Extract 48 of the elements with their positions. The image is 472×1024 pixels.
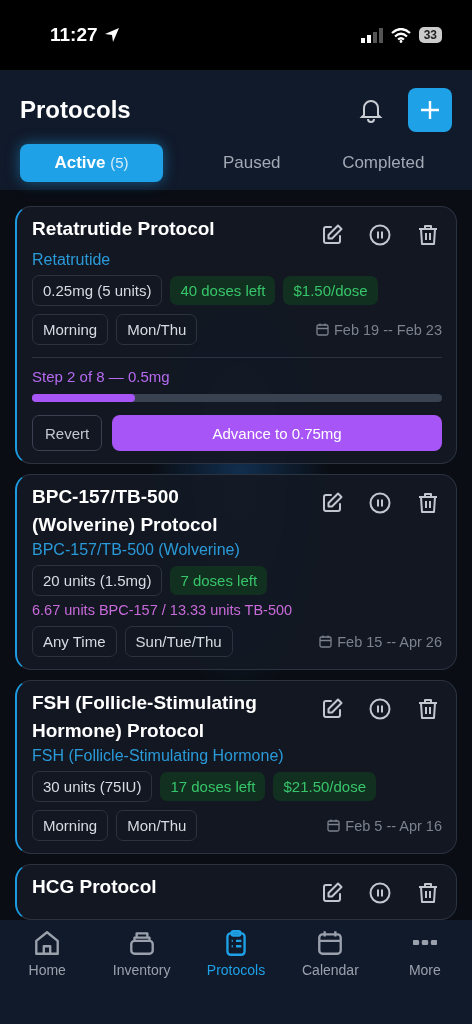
calendar-icon: [319, 635, 333, 648]
dose-tag: 0.25mg (5 units): [32, 275, 163, 306]
more-icon: [412, 940, 437, 945]
protocol-title: BPC-157/TB-500 (Wolverine) Protocol: [32, 485, 219, 537]
nav-tab[interactable]: Inventory: [94, 928, 189, 1024]
schedule-tag: Any Time: [32, 626, 117, 657]
revert-button[interactable]: Revert: [32, 415, 103, 451]
compound-name: BPC-157/TB-500 (Wolverine): [32, 541, 241, 559]
wifi-icon: [390, 27, 411, 43]
add-button[interactable]: [408, 88, 452, 132]
schedule-tag: Morning: [32, 810, 109, 841]
date-range: Feb 15 -- Apr 26: [337, 633, 442, 650]
schedule-tag: Sun/Tue/Thu: [124, 626, 233, 657]
notification-bell-icon[interactable]: [358, 97, 384, 123]
location-arrow-icon: [103, 27, 120, 43]
nav-tab[interactable]: Home: [0, 928, 95, 1024]
date-range: Feb 5 -- Apr 16: [345, 817, 442, 834]
protocol-title: HCG Protocol: [32, 875, 158, 899]
stock-tag: $1.50/dose: [283, 276, 378, 305]
protocol-title: FSH (Follicle-Stimulating Hormone) Protocol: [32, 691, 258, 743]
plus-icon: [419, 99, 441, 121]
dose-tag: 30 units (75IU): [32, 771, 153, 802]
advance-button[interactable]: Advance to 0.75mg: [112, 415, 442, 451]
calendar-icon: [327, 819, 341, 832]
schedule-tag: Mon/Thu: [116, 314, 198, 345]
date-range: Feb 19 -- Feb 23: [334, 321, 442, 338]
stock-tag: 7 doses left: [170, 566, 268, 595]
protocol-title: Retatrutide Protocol: [32, 217, 216, 241]
signal-icon: [360, 27, 383, 43]
battery-level: 33: [418, 27, 442, 43]
compound-name: Retatrutide: [32, 251, 112, 269]
calendar-icon: [316, 323, 329, 336]
schedule-tag: Mon/Thu: [116, 810, 198, 841]
dose-tag: 20 units (1.5mg): [32, 565, 163, 596]
status-time: 11:27: [50, 24, 98, 46]
step-label: Step 2 of 8 — 0.5mg: [32, 368, 171, 385]
nav-tab[interactable]: Protocols: [188, 928, 284, 1024]
filter-tab[interactable]: Paused: [189, 144, 315, 182]
blend-breakdown: 6.67 units BPC-157 / 13.33 units TB-500: [32, 602, 294, 618]
stock-tag: 40 doses left: [170, 276, 276, 305]
filter-tab[interactable]: Completed: [320, 144, 446, 182]
compound-name: FSH (Follicle-Stimulating Hormone): [32, 747, 285, 765]
nav-tab[interactable]: Calendar: [283, 928, 378, 1024]
page-title: Protocols: [20, 96, 131, 124]
nav-tab[interactable]: More: [377, 928, 472, 1024]
stock-tag: 17 doses left: [160, 772, 266, 801]
stock-tag: $21.50/dose: [273, 772, 377, 801]
schedule-tag: Morning: [32, 314, 109, 345]
